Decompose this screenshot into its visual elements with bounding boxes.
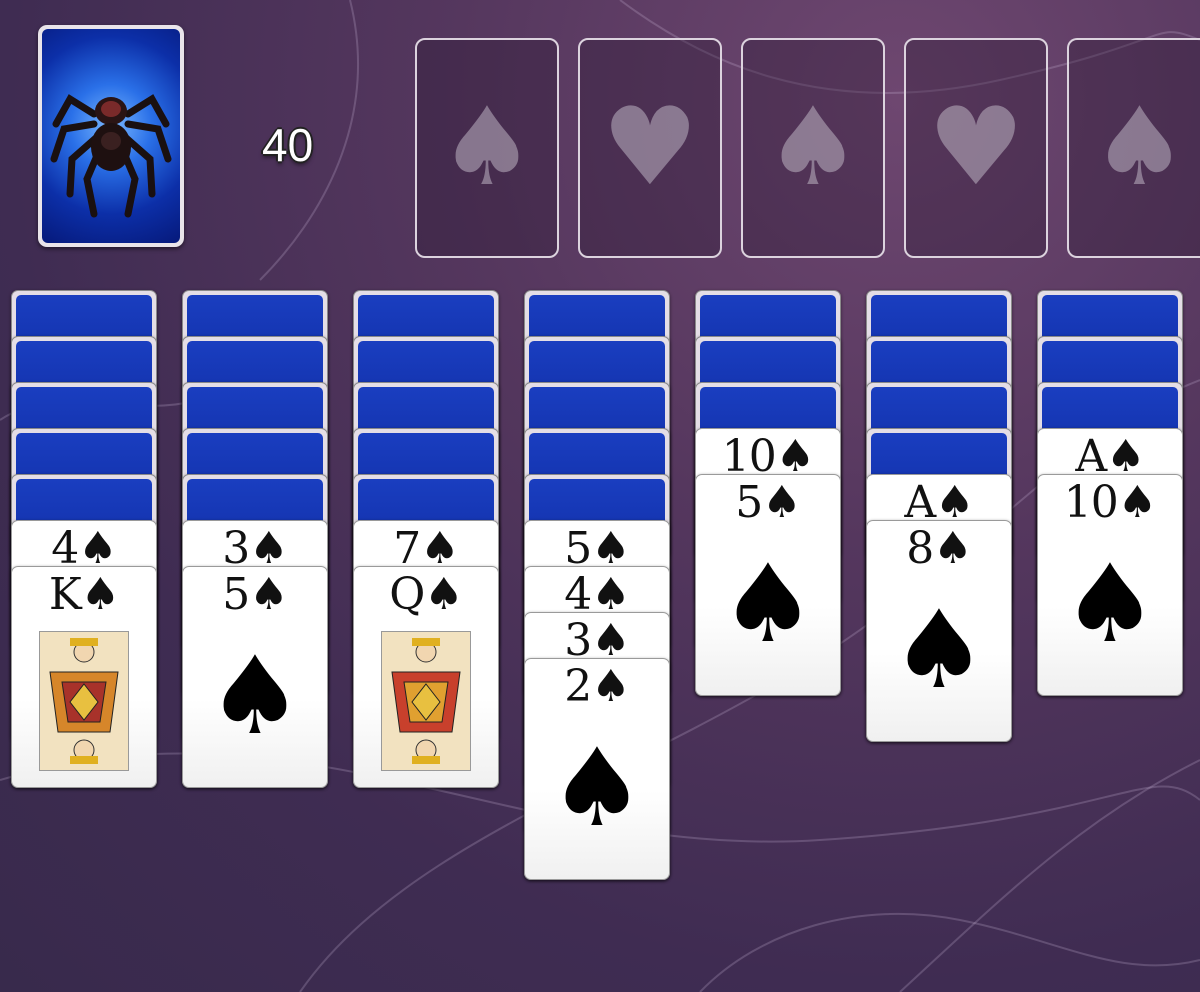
face-up-card[interactable]: 2♠ ♠ [524,658,670,880]
card-rank-suit: 7♠ [393,523,459,574]
spade-icon: ♠ [438,85,536,210]
stock-count: 40 [262,119,314,171]
card-rank-suit: 8♠ [906,523,972,574]
card-rank-suit: 5♠ [735,477,801,528]
card-rank-suit: 5♠ [222,569,288,620]
face-up-card[interactable]: 5♠ ♠ [182,566,328,788]
card-rank-suit: 3♠ [564,615,630,666]
foundation-slot[interactable]: ♥ [904,38,1048,258]
tarantula-icon [50,94,172,218]
spade-icon: ♠ [764,85,862,210]
face-up-card[interactable]: 5♠ ♠ [695,474,841,696]
card-rank-suit: Q♠ [389,569,464,620]
card-rank-suit: 5♠ [564,523,630,574]
heart-icon: ♥ [927,85,1025,210]
card-rank-suit: K♠ [48,569,120,620]
face-up-card[interactable]: 8♠ ♠ [866,520,1012,742]
foundation-slot[interactable]: ♠ [1067,38,1200,258]
spade-icon: ♠ [206,634,304,759]
card-rank-suit: A♠ [1075,431,1145,482]
stock-pile[interactable] [38,25,184,247]
face-up-card[interactable]: Q♠ [353,566,499,788]
foundation-slot[interactable]: ♠ [741,38,885,258]
face-up-card[interactable]: 10♠ ♠ [1037,474,1183,696]
face-up-card[interactable]: K♠ [11,566,157,788]
card-rank-suit: A♠ [904,477,974,528]
spade-icon: ♠ [890,588,988,713]
card-rank-suit: 4♠ [564,569,630,620]
card-back [42,29,180,243]
spade-icon: ♠ [1061,542,1159,667]
card-rank-suit: 3♠ [222,523,288,574]
foundation-slot[interactable]: ♠ [415,38,559,258]
heart-icon: ♥ [601,85,699,210]
spade-icon: ♠ [548,726,646,851]
foundation-slot[interactable]: ♥ [578,38,722,258]
spade-icon: ♠ [1091,85,1188,210]
card-rank-suit: 10♠ [721,431,815,482]
king-portrait [39,631,129,771]
card-rank-suit: 2♠ [564,661,630,712]
card-rank-suit: 4♠ [51,523,117,574]
queen-portrait [381,631,471,771]
card-rank-suit: 10♠ [1063,477,1157,528]
spade-icon: ♠ [719,542,817,667]
